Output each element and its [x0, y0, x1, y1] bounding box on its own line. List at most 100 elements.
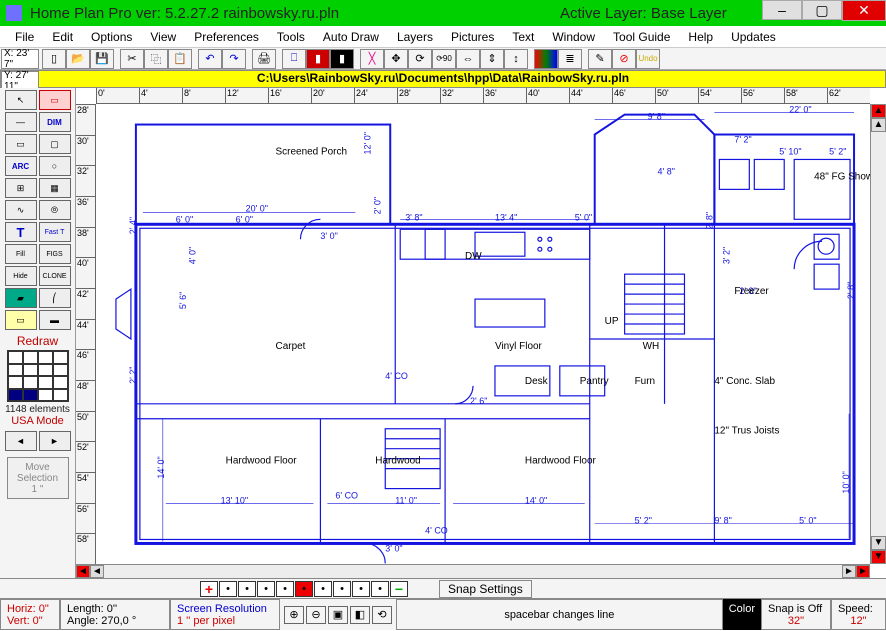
- status-snap[interactable]: Snap is Off32": [761, 599, 831, 630]
- snap-6-icon[interactable]: •: [314, 581, 332, 597]
- snap-9-icon[interactable]: •: [371, 581, 389, 597]
- rect-tool-icon[interactable]: ▭: [5, 134, 37, 154]
- layers-icon[interactable]: ≣: [558, 49, 582, 69]
- save-icon[interactable]: 💾: [90, 49, 114, 69]
- copy-icon[interactable]: ⿻: [144, 49, 168, 69]
- menu-view[interactable]: View: [141, 30, 185, 44]
- menu-edit[interactable]: Edit: [43, 30, 82, 44]
- snap-8-icon[interactable]: •: [352, 581, 370, 597]
- zoom-navigator[interactable]: [7, 350, 69, 402]
- snap-4-icon[interactable]: •: [276, 581, 294, 597]
- horizontal-scrollbar[interactable]: ◄ ◄ ► ►: [76, 564, 870, 578]
- menu-updates[interactable]: Updates: [722, 30, 785, 44]
- minimize-button[interactable]: –: [762, 0, 802, 20]
- zoom-out-icon[interactable]: ⊖: [306, 606, 326, 624]
- menu-options[interactable]: Options: [82, 30, 141, 44]
- scroll-down-red-icon[interactable]: ▼: [871, 550, 886, 564]
- color-button[interactable]: Color: [723, 599, 761, 630]
- menu-text[interactable]: Text: [503, 30, 543, 44]
- select-rect-icon[interactable]: ▭: [39, 90, 71, 110]
- new-icon[interactable]: ▯: [42, 49, 66, 69]
- open-icon[interactable]: 📂: [66, 49, 90, 69]
- stop-icon[interactable]: ⊘: [612, 49, 636, 69]
- snap-1-icon[interactable]: •: [219, 581, 237, 597]
- rot90-icon[interactable]: ⟳90: [432, 49, 456, 69]
- print-icon[interactable]: 🖨: [252, 49, 276, 69]
- scroll-right-icon[interactable]: ►: [842, 565, 856, 578]
- paste-icon[interactable]: 📋: [168, 49, 192, 69]
- horizontal-ruler[interactable]: 0'4'8'12'16'20'24'28'32'36'40'44'46'50'5…: [96, 88, 870, 104]
- status-speed[interactable]: Speed:12": [831, 599, 886, 630]
- rotate-icon[interactable]: ⟳: [408, 49, 432, 69]
- snap-2-icon[interactable]: •: [238, 581, 256, 597]
- polyline-icon[interactable]: ⦾: [39, 200, 71, 220]
- pattern-icon[interactable]: ▦: [39, 178, 71, 198]
- scroll-up-red-icon[interactable]: ▲: [871, 104, 886, 118]
- menu-layers[interactable]: Layers: [388, 30, 442, 44]
- menu-help[interactable]: Help: [679, 30, 722, 44]
- menu-window[interactable]: Window: [543, 30, 604, 44]
- mode-label[interactable]: USA Mode: [11, 415, 64, 427]
- measure-icon[interactable]: ✎: [588, 49, 612, 69]
- scroll-right-red-icon[interactable]: ►: [856, 565, 870, 578]
- close-button[interactable]: ✕: [842, 0, 886, 21]
- menu-auto-draw[interactable]: Auto Draw: [314, 30, 388, 44]
- nudge-right-icon[interactable]: ►: [39, 431, 71, 451]
- scroll-down-icon[interactable]: ▼: [871, 536, 886, 550]
- door-icon[interactable]: ⎕: [282, 49, 306, 69]
- move-icon[interactable]: ✥: [384, 49, 408, 69]
- arc-icon[interactable]: ARC: [5, 156, 37, 176]
- menu-preferences[interactable]: Preferences: [185, 30, 268, 44]
- erase-icon[interactable]: ╳: [360, 49, 384, 69]
- move-selection-panel[interactable]: MoveSelection1 ": [7, 457, 69, 499]
- menu-tools[interactable]: Tools: [268, 30, 314, 44]
- hide-icon[interactable]: Hide: [5, 266, 37, 286]
- snap-plus-icon[interactable]: +: [200, 581, 218, 597]
- figs-icon[interactable]: FIGS: [39, 244, 71, 264]
- curve-icon[interactable]: ∿: [5, 200, 37, 220]
- grid-icon[interactable]: ⊞: [5, 178, 37, 198]
- select-arrow-icon[interactable]: ↖: [5, 90, 37, 110]
- box-tool-icon[interactable]: ▢: [39, 134, 71, 154]
- image-icon[interactable]: ▰: [5, 288, 37, 308]
- dim-icon[interactable]: DIM: [39, 112, 71, 132]
- zoom-fit-icon[interactable]: ▣: [328, 606, 348, 624]
- undo-btn-icon[interactable]: Undo: [636, 49, 660, 69]
- menu-pictures[interactable]: Pictures: [442, 30, 503, 44]
- scroll-left-red-icon[interactable]: ◄: [76, 565, 90, 578]
- clone-icon[interactable]: CLONE: [39, 266, 71, 286]
- colors-icon[interactable]: [534, 49, 558, 69]
- snap-minus-icon[interactable]: −: [390, 581, 408, 597]
- redraw-button[interactable]: Redraw: [17, 334, 58, 348]
- zoom-prev-icon[interactable]: ⟲: [372, 606, 392, 624]
- undo-icon[interactable]: ↶: [198, 49, 222, 69]
- tool-a-icon[interactable]: ▭: [5, 310, 37, 330]
- circle-icon[interactable]: ○: [39, 156, 71, 176]
- drawing-area[interactable]: 9' 8"22' 0"7' 2"5' 10"5' 2"4' 8"20' 0"6'…: [96, 104, 870, 564]
- tool-b-icon[interactable]: ▬: [39, 310, 71, 330]
- text-icon[interactable]: T: [5, 222, 37, 242]
- nudge-left-icon[interactable]: ◄: [5, 431, 37, 451]
- scroll-up-icon[interactable]: ▲: [871, 118, 886, 132]
- window-icon[interactable]: ▮: [306, 49, 330, 69]
- menu-tool-guide[interactable]: Tool Guide: [604, 30, 679, 44]
- snap-settings-button[interactable]: Snap Settings: [439, 580, 532, 598]
- line-icon[interactable]: —: [5, 112, 37, 132]
- snap-5-icon[interactable]: •: [295, 581, 313, 597]
- vertical-ruler[interactable]: 28'30'32'36'38'40'42'44'46'48'50'52'54'5…: [76, 104, 96, 564]
- fast-text-icon[interactable]: Fast T: [39, 222, 71, 242]
- mirror-v-icon[interactable]: ⇕: [480, 49, 504, 69]
- snap-7-icon[interactable]: •: [333, 581, 351, 597]
- scale-icon[interactable]: ↕: [504, 49, 528, 69]
- mirror-h-icon[interactable]: ⇔: [456, 49, 480, 69]
- snap-3-icon[interactable]: •: [257, 581, 275, 597]
- zoom-window-icon[interactable]: ◧: [350, 606, 370, 624]
- coord-x[interactable]: X: 23' 7": [1, 49, 39, 69]
- wall-icon[interactable]: ▮: [330, 49, 354, 69]
- maximize-button[interactable]: ▢: [802, 0, 842, 20]
- redo-icon[interactable]: ↷: [222, 49, 246, 69]
- cut-icon[interactable]: ✂: [120, 49, 144, 69]
- fill-icon[interactable]: Fill: [5, 244, 37, 264]
- menu-file[interactable]: File: [6, 30, 43, 44]
- scroll-left-icon[interactable]: ◄: [90, 565, 104, 578]
